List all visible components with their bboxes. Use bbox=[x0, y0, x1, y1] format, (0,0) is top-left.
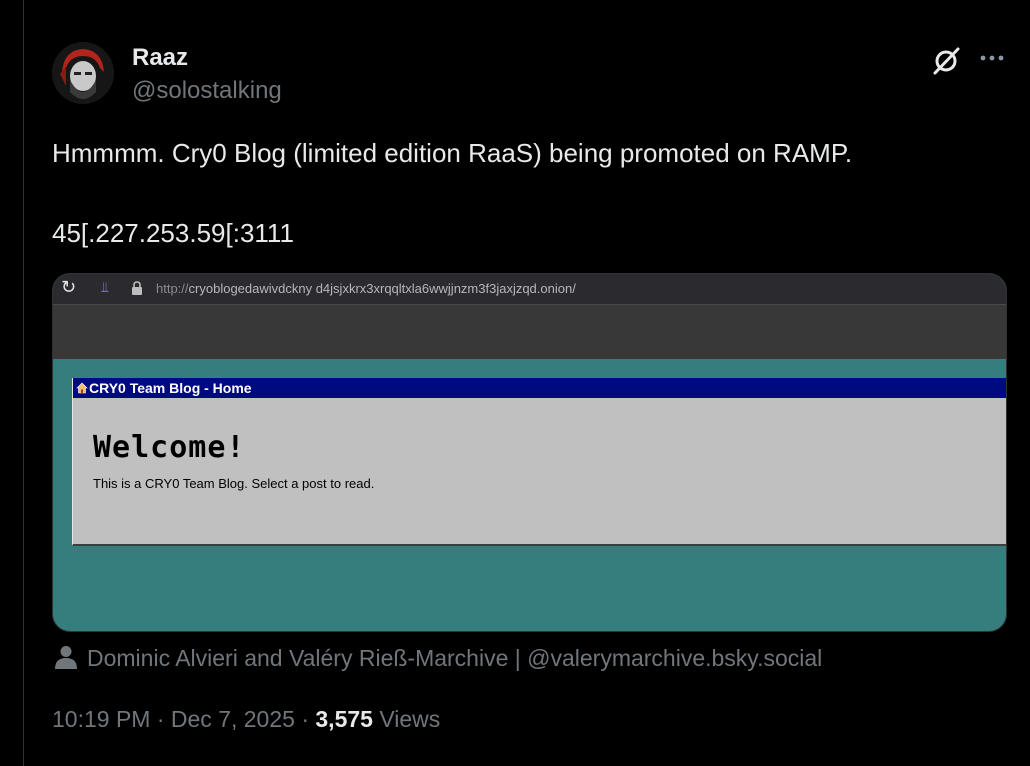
media-credit: Dominic Alvieri and Valéry Rieß-Marchive… bbox=[55, 645, 822, 672]
meta-separator: · bbox=[150, 706, 171, 732]
window-title-bar: CRY0 Team Blog - Home bbox=[73, 378, 1006, 398]
tor-circuit-icon: ⫫ bbox=[101, 279, 109, 295]
browser-url-protocol: http:// bbox=[156, 281, 189, 296]
browser-url: http://cryoblogedawivdckny d4jsjxkrx3xrq… bbox=[156, 281, 576, 296]
window-title: CRY0 Team Blog - Home bbox=[89, 380, 252, 396]
views-label: Views bbox=[372, 706, 441, 732]
lock-icon bbox=[132, 281, 142, 295]
home-icon bbox=[76, 382, 88, 394]
tweet-media-image[interactable]: ↻ ⫫ http://cryoblogedawivdckny d4jsjxkrx… bbox=[52, 273, 1007, 632]
person-icon bbox=[55, 646, 77, 669]
tweet-date[interactable]: Dec 7, 2025 bbox=[171, 706, 295, 732]
browser-address-bar: ↻ ⫫ http://cryoblogedawivdckny d4jsjxkrx… bbox=[53, 274, 1006, 304]
display-name[interactable]: Raaz bbox=[132, 44, 188, 72]
meta-separator: · bbox=[294, 706, 316, 732]
grok-icon[interactable] bbox=[931, 46, 961, 76]
timeline-border bbox=[23, 0, 24, 766]
browser-url-host: cryoblogedawivdckny d4jsjxkrx3xrqqltxla6… bbox=[188, 281, 576, 296]
media-credit-text: Dominic Alvieri and Valéry Rieß-Marchive… bbox=[87, 645, 823, 671]
views-count[interactable]: 3,575 bbox=[315, 706, 373, 732]
tweet-ip-text: 45[.227.253.59[:3111 bbox=[52, 218, 294, 248]
user-handle[interactable]: @solostalking bbox=[132, 77, 282, 105]
retro-window: CRY0 Team Blog - Home Welcome! This is a… bbox=[72, 378, 1006, 546]
tweet-text: Hmmmm. Cry0 Blog (limited edition RaaS) … bbox=[52, 138, 853, 168]
more-icon[interactable] bbox=[977, 44, 1007, 72]
welcome-heading: Welcome! bbox=[93, 430, 246, 465]
tweet-time[interactable]: 10:19 PM bbox=[52, 706, 150, 732]
avatar[interactable] bbox=[52, 42, 114, 104]
browser-toolbar bbox=[53, 304, 1006, 359]
welcome-text: This is a CRY0 Team Blog. Select a post … bbox=[93, 476, 375, 491]
reload-icon: ↻ bbox=[61, 277, 77, 297]
tweet-meta: 10:19 PM · Dec 7, 2025 · 3,575 Views bbox=[52, 706, 440, 733]
